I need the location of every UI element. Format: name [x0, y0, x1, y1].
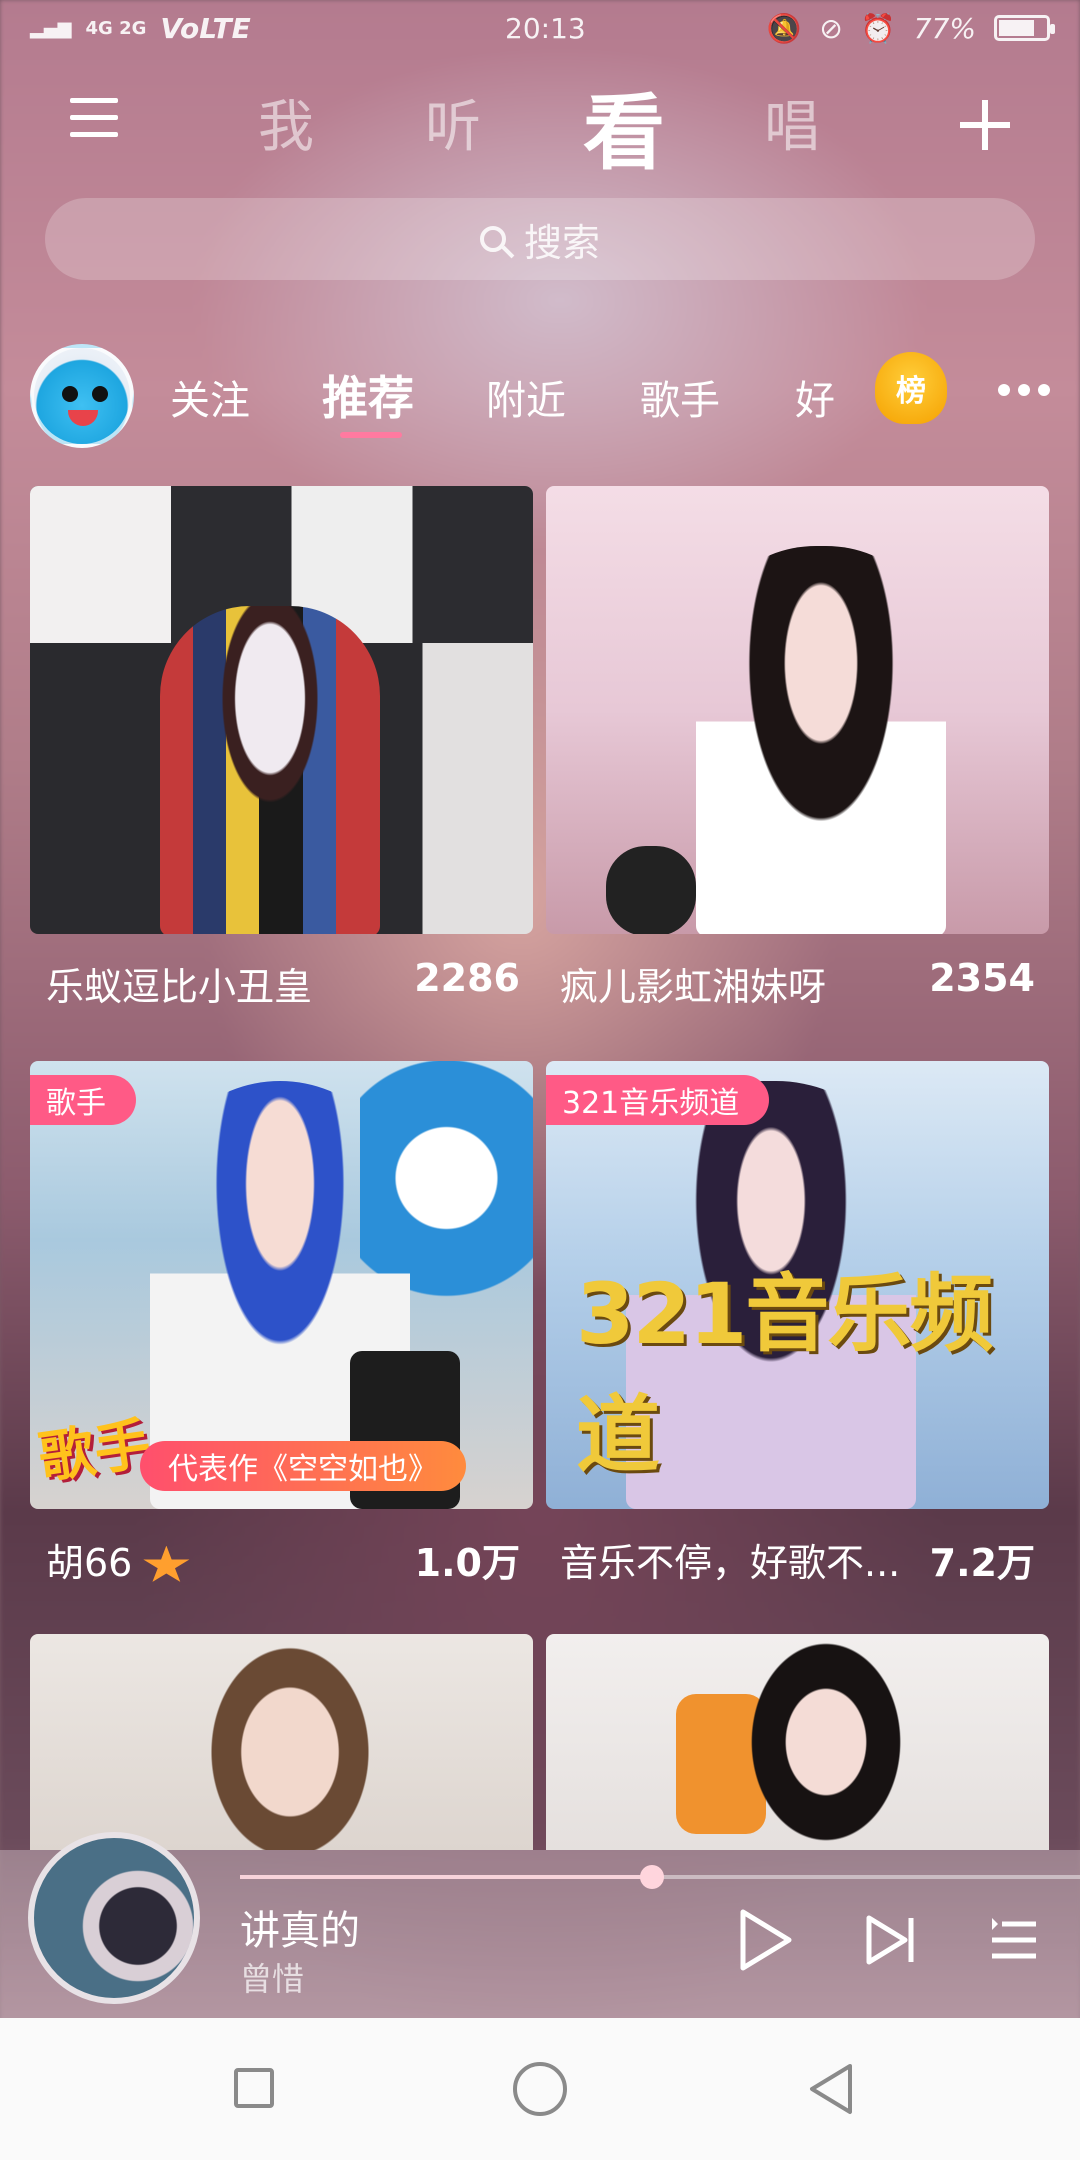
rotation-lock-icon: ⊘: [819, 11, 843, 45]
card-tag: 歌手: [30, 1075, 136, 1125]
home-icon[interactable]: [513, 2062, 567, 2116]
tab-listen[interactable]: 听: [425, 82, 481, 163]
category-singer[interactable]: 歌手: [640, 368, 720, 426]
artist-name: 曾惜: [240, 1960, 305, 1998]
category-tabs: 关注 推荐 附近 歌手 好 榜: [0, 340, 1080, 450]
category-recommend[interactable]: 推荐: [322, 362, 414, 428]
play-icon[interactable]: [735, 1908, 795, 1972]
rank-badge[interactable]: 榜: [875, 352, 947, 424]
singer-logo: 歌手: [34, 1411, 155, 1492]
mute-icon: 🔕: [766, 11, 802, 45]
recent-apps-icon[interactable]: [234, 2068, 274, 2108]
active-category-indicator: [340, 432, 402, 438]
category-nearby[interactable]: 附近: [486, 368, 566, 426]
live-room-card[interactable]: [30, 486, 533, 934]
live-room-card[interactable]: [30, 1634, 533, 1850]
tab-me[interactable]: 我: [258, 82, 314, 163]
clock: 20:13: [505, 11, 586, 45]
viewer-count: 1.0万: [414, 1541, 520, 1585]
add-icon[interactable]: [960, 100, 1010, 150]
signal-icon: ▂▄▆: [30, 17, 72, 39]
category-follow[interactable]: 关注: [170, 368, 250, 426]
card-title: 乐蚁逗比小丑皇: [46, 965, 313, 1009]
card-title: 音乐不停，好歌不...: [560, 1541, 901, 1585]
channel-logo: 321音乐频道: [576, 1265, 993, 1484]
back-icon[interactable]: [806, 2062, 856, 2120]
live-room-card[interactable]: [546, 486, 1049, 934]
live-room-card[interactable]: [546, 1634, 1049, 1850]
top-navigation: 我 听 看 唱: [0, 70, 1080, 181]
system-navigation-bar: [0, 2018, 1080, 2160]
network-label: 4G 2G: [85, 17, 147, 39]
playlist-icon[interactable]: [990, 1916, 1038, 1964]
live-room-card[interactable]: 歌手 歌手 代表作《空空如也》: [30, 1061, 533, 1509]
battery-percent: 77%: [913, 11, 976, 45]
user-avatar[interactable]: [30, 344, 134, 448]
tab-sing[interactable]: 唱: [764, 82, 820, 163]
alarm-icon: ⏰: [860, 11, 896, 45]
card-tag: 321音乐频道: [546, 1075, 770, 1125]
next-track-icon[interactable]: [865, 1914, 917, 1966]
menu-icon[interactable]: [70, 98, 118, 137]
status-bar: ▂▄▆ 4G 2G VoLTE 20:13 🔕 ⊘ ⏰ 77%: [0, 0, 1080, 56]
card-title: 胡66: [46, 1532, 190, 1587]
album-cover[interactable]: [28, 1832, 200, 2004]
search-input[interactable]: 搜索: [45, 198, 1035, 280]
progress-knob[interactable]: [639, 1865, 664, 1889]
search-icon: [479, 226, 506, 252]
search-placeholder: 搜索: [523, 220, 600, 265]
tab-watch[interactable]: 看: [583, 66, 665, 185]
star-badge-icon: [143, 1545, 190, 1582]
viewer-count: 2354: [929, 956, 1035, 1000]
category-good[interactable]: 好: [795, 368, 835, 426]
more-icon[interactable]: [998, 384, 1050, 396]
card-banner: 代表作《空空如也》: [140, 1441, 466, 1491]
song-title: 讲真的: [240, 1908, 360, 1954]
battery-icon: [994, 15, 1055, 41]
viewer-count: 2286: [414, 956, 520, 1000]
volte-label: VoLTE: [160, 11, 251, 45]
card-title: 疯儿影虹湘妹呀: [560, 965, 827, 1009]
playback-progress[interactable]: [240, 1865, 1080, 1889]
viewer-count: 7.2万: [929, 1541, 1035, 1585]
live-room-card[interactable]: 321音乐频道 321音乐频道: [546, 1061, 1049, 1509]
mini-player[interactable]: 讲真的 曾惜: [0, 1832, 1080, 2018]
